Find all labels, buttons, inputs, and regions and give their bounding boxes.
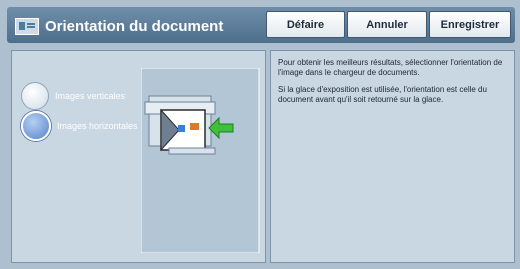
title-group: Orientation du document — [15, 15, 223, 37]
undo-button[interactable]: Défaire — [266, 11, 345, 38]
option-portrait[interactable]: Images verticales — [21, 82, 125, 110]
radio-landscape[interactable] — [21, 111, 51, 141]
option-landscape-label: Images horizontales — [57, 121, 138, 131]
header-bar: Orientation du document Défaire Annuler … — [7, 7, 515, 43]
cancel-button[interactable]: Annuler — [347, 11, 427, 38]
instructions-paragraph-1: Pour obtenir les meilleurs résultats, sé… — [278, 58, 503, 77]
instructions-paragraph-2: Si la glace d'exposition est utilisée, l… — [278, 85, 487, 104]
radio-portrait[interactable] — [21, 82, 49, 110]
save-button[interactable]: Enregistrer — [429, 11, 511, 38]
feeder-illustration — [141, 68, 260, 253]
option-landscape[interactable]: Images horizontales — [21, 111, 138, 141]
instructions: Pour obtenir les meilleurs résultats, sé… — [278, 58, 510, 112]
options-panel: Images verticales Images horizontales — [11, 50, 266, 263]
option-portrait-label: Images verticales — [55, 91, 126, 101]
document-orientation-icon — [15, 17, 39, 35]
window: Orientation du document Défaire Annuler … — [0, 0, 520, 269]
page-title: Orientation du document — [45, 17, 224, 35]
